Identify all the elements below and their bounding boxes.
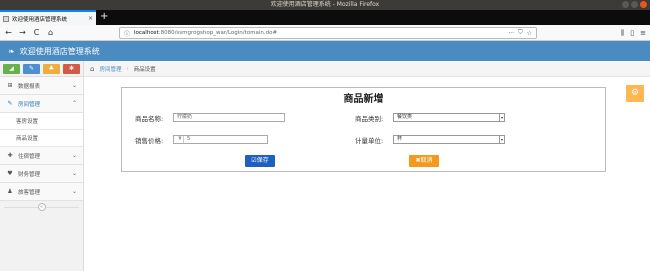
select-caret-icon: ▾ bbox=[499, 136, 503, 143]
price-value: 5 bbox=[187, 136, 191, 142]
sidebar-item-label: 财务管理 bbox=[18, 171, 41, 178]
settings-shortcut-button[interactable]: ✱ bbox=[63, 63, 80, 74]
sidebar-item-label: 房间管理 bbox=[18, 101, 41, 108]
sidebar-collapse: « bbox=[0, 201, 83, 213]
page-info-icon[interactable]: ⓘ bbox=[124, 29, 130, 38]
sidebar-item-guests[interactable]: ♟ 旅客管理 ⌄ bbox=[0, 183, 83, 201]
page-favicon-icon bbox=[3, 15, 9, 22]
dashboard-icon: ⊞ bbox=[7, 82, 13, 89]
unit-label: 计量单位: bbox=[355, 137, 384, 145]
users-shortcut-button[interactable]: ♣ bbox=[43, 63, 60, 74]
sidebar-item-label: 旅客管理 bbox=[18, 189, 41, 196]
pencil-icon: ✎ bbox=[7, 100, 13, 107]
name-input[interactable]: 柠檬奶 bbox=[173, 113, 285, 122]
sidebar-item-finance[interactable]: ♥ 财务管理 ⌄ bbox=[0, 165, 83, 183]
chevron-down-icon: ⌄ bbox=[71, 188, 77, 195]
category-select[interactable]: 餐饮类 ▾ bbox=[393, 113, 505, 122]
chevron-up-icon: ⌃ bbox=[71, 100, 77, 107]
unit-select[interactable]: 杯 ▾ bbox=[393, 135, 505, 144]
chevron-down-icon: ⌄ bbox=[71, 152, 77, 159]
pocket-icon[interactable]: ⛉ bbox=[518, 29, 523, 37]
menu-icon[interactable]: ≡ bbox=[640, 27, 646, 39]
reload-button[interactable]: C bbox=[31, 27, 42, 38]
edit-shortcut-button[interactable]: ✎ bbox=[23, 63, 40, 74]
price-label: 销售价格: bbox=[135, 137, 164, 145]
sidebar-item-label: 住宿管理 bbox=[18, 153, 41, 160]
os-title-bar: 欢迎使用酒店管理系统 - Mozilla Firefox bbox=[0, 0, 650, 10]
name-label: 商品名称: bbox=[135, 115, 164, 123]
url-bar[interactable]: ⓘ localhost:8080/ssmgrogshop_war/Login/t… bbox=[119, 27, 537, 39]
app-header: ❧ 欢迎使用酒店管理系统 bbox=[0, 41, 650, 61]
tab-title: 欢迎使用酒店管理系统 bbox=[12, 16, 68, 23]
sidebar-item-lodging[interactable]: ✚ 住宿管理 ⌄ bbox=[0, 147, 83, 165]
browser-navbar: ← → C ⌂ ⓘ localhost:8080/ssmgrogshop_war… bbox=[0, 25, 650, 41]
close-window-button[interactable] bbox=[640, 1, 647, 8]
app-title: 欢迎使用酒店管理系统 bbox=[19, 46, 100, 56]
main-content: 商品新增 商品名称: 柠檬奶 商品类别: 餐饮类 ▾ 销售价格: ¥5 计量单位… bbox=[84, 77, 650, 271]
chart-shortcut-button[interactable]: ◢ bbox=[3, 63, 20, 74]
bookmark-star-icon[interactable]: ☆ bbox=[527, 30, 532, 37]
chevron-down-icon: ⌄ bbox=[71, 170, 77, 177]
save-button-label: 保存 bbox=[256, 157, 269, 164]
page-actions-icon[interactable]: ··· bbox=[508, 30, 514, 37]
settings-gear-button[interactable]: ⚙ bbox=[626, 85, 644, 102]
form-title: 商品新增 bbox=[343, 94, 384, 105]
collapse-arrow-icon[interactable]: « bbox=[37, 203, 46, 211]
window-title: 欢迎使用酒店管理系统 - Mozilla Firefox bbox=[270, 1, 380, 8]
breadcrumb-link[interactable]: 房间管理 bbox=[99, 65, 121, 73]
minimize-button[interactable] bbox=[622, 1, 629, 8]
shortcut-buttons: ◢ ✎ ♣ ✱ bbox=[0, 61, 83, 77]
leaf-logo-icon: ❧ bbox=[8, 46, 15, 56]
sidebar: ◢ ✎ ♣ ✱ ⊞ 数据报表 ⌄ ✎ 房间管理 ⌃ 客房设置 商品设置 ✚ 住宿… bbox=[0, 61, 84, 271]
breadcrumb-current: 商品设置 bbox=[133, 66, 156, 73]
price-input[interactable]: ¥5 bbox=[173, 135, 268, 144]
move-icon: ✚ bbox=[7, 152, 13, 159]
forward-button[interactable]: → bbox=[17, 27, 28, 38]
url-text[interactable]: localhost:8080/ssmgrogshop_war/Login/tom… bbox=[134, 30, 504, 36]
sidebar-toggle-icon[interactable]: ▯ bbox=[630, 27, 634, 39]
home-icon[interactable]: ⌂ bbox=[90, 65, 94, 73]
select-caret-icon: ▾ bbox=[499, 114, 503, 121]
new-tab-button[interactable]: + bbox=[100, 11, 108, 23]
sidebar-subitem-room-settings[interactable]: 客房设置 bbox=[0, 113, 83, 130]
tab-close-icon[interactable]: × bbox=[88, 15, 93, 22]
maximize-button[interactable] bbox=[631, 1, 638, 8]
library-icon[interactable]: ⫼ bbox=[621, 27, 624, 39]
heart-icon: ♥ bbox=[7, 170, 13, 177]
category-label: 商品类别: bbox=[355, 115, 384, 123]
sidebar-item-label: 数据报表 bbox=[18, 83, 41, 90]
save-button[interactable]: ☑保存 bbox=[245, 155, 275, 167]
breadcrumb: ⌂ 房间管理 › 商品设置 bbox=[84, 61, 650, 77]
back-button[interactable]: ← bbox=[3, 27, 14, 38]
browser-tab[interactable]: 欢迎使用酒店管理系统 × bbox=[0, 10, 96, 25]
currency-prefix: ¥ bbox=[177, 136, 184, 143]
user-icon: ♟ bbox=[7, 188, 13, 195]
tab-strip: 欢迎使用酒店管理系统 × + bbox=[0, 10, 650, 25]
sidebar-item-reports[interactable]: ⊞ 数据报表 ⌄ bbox=[0, 77, 83, 95]
category-value: 餐饮类 bbox=[397, 114, 413, 120]
unit-value: 杯 bbox=[397, 136, 403, 142]
cancel-button[interactable]: ✖取消 bbox=[409, 155, 439, 167]
toolbar-right: ⫼ ▯ ≡ bbox=[621, 27, 646, 39]
cancel-button-label: 取消 bbox=[420, 157, 433, 164]
window-controls bbox=[622, 1, 647, 8]
breadcrumb-separator-icon: › bbox=[126, 65, 129, 72]
goods-form: 商品新增 商品名称: 柠檬奶 商品类别: 餐饮类 ▾ 销售价格: ¥5 计量单位… bbox=[121, 87, 606, 172]
home-button[interactable]: ⌂ bbox=[45, 27, 56, 38]
chevron-down-icon: ⌄ bbox=[71, 82, 77, 89]
sidebar-item-rooms[interactable]: ✎ 房间管理 ⌃ bbox=[0, 95, 83, 113]
sidebar-subitem-goods-settings[interactable]: 商品设置 bbox=[0, 130, 83, 147]
